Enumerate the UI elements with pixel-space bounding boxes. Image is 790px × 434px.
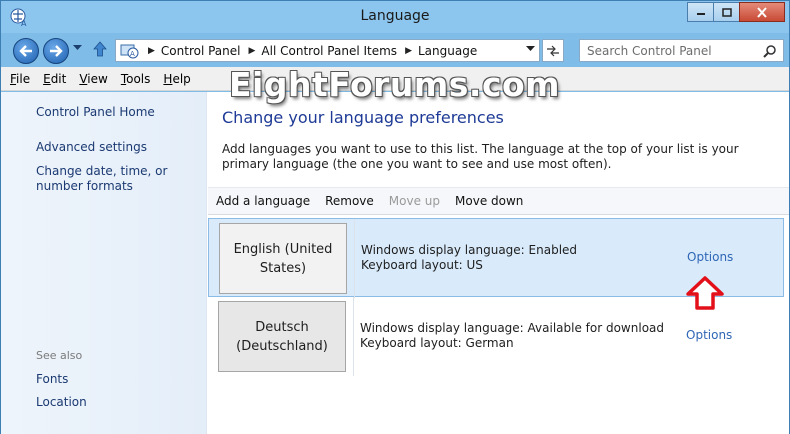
options-link[interactable]: Options xyxy=(686,328,732,342)
close-icon xyxy=(757,6,767,18)
maximize-icon xyxy=(721,7,732,17)
main-pane: Change your language preferences Add lan… xyxy=(208,92,789,434)
language-name-button[interactable]: Deutsch (Deutschland) xyxy=(218,301,346,372)
language-window: A Language A ▶ Control Panel ▶ All Contr… xyxy=(0,0,790,434)
address-bar[interactable]: A ▶ Control Panel ▶ All Control Panel It… xyxy=(115,39,540,62)
change-date-time-link[interactable]: Change date, time, or number formats xyxy=(36,164,206,194)
move-down-button[interactable]: Move down xyxy=(455,194,523,208)
window-title: Language xyxy=(360,8,430,24)
left-navigation-pane: Control Panel Home Advanced settings Cha… xyxy=(1,92,207,434)
menu-tools[interactable]: Tools xyxy=(121,72,151,86)
forward-button[interactable] xyxy=(43,38,69,64)
forward-arrow-icon xyxy=(50,45,63,57)
column-separator xyxy=(353,297,354,376)
advanced-settings-link[interactable]: Advanced settings xyxy=(36,140,147,155)
close-button[interactable] xyxy=(739,2,785,22)
options-link[interactable]: Options xyxy=(687,250,733,264)
recent-pages-dropdown-icon[interactable] xyxy=(73,45,82,51)
keyboard-layout: Keyboard layout: German xyxy=(360,336,514,350)
content-area: Control Panel Home Advanced settings Cha… xyxy=(1,92,789,434)
menu-edit[interactable]: Edit xyxy=(43,72,66,86)
search-input[interactable] xyxy=(587,43,757,58)
breadcrumb-separator-icon[interactable]: ▶ xyxy=(148,46,155,56)
up-arrow-icon[interactable] xyxy=(93,41,107,57)
see-also-heading: See also xyxy=(36,349,83,362)
refresh-icon xyxy=(547,45,559,56)
menu-file[interactable]: File xyxy=(10,72,30,86)
language-name-button[interactable]: English (United States) xyxy=(219,223,347,294)
svg-text:A: A xyxy=(130,50,135,58)
window-controls xyxy=(687,2,785,22)
keyboard-layout: Keyboard layout: US xyxy=(361,258,483,272)
page-title: Change your language preferences xyxy=(222,108,504,127)
refresh-button[interactable] xyxy=(542,39,564,62)
remove-button[interactable]: Remove xyxy=(325,194,374,208)
title-bar[interactable]: A Language xyxy=(1,1,789,33)
search-icon[interactable] xyxy=(763,44,777,58)
breadcrumb-control-panel[interactable]: Control Panel xyxy=(161,44,241,58)
control-panel-icon: A xyxy=(120,44,139,58)
annotation-up-arrow-icon xyxy=(686,276,724,310)
breadcrumb-separator-icon[interactable]: ▶ xyxy=(249,46,256,56)
move-up-button: Move up xyxy=(388,194,441,208)
maximize-button[interactable] xyxy=(713,2,740,22)
display-language-status: Windows display language: Available for … xyxy=(360,321,665,335)
navigation-bar: A ▶ Control Panel ▶ All Control Panel It… xyxy=(1,35,789,65)
address-dropdown-icon[interactable] xyxy=(526,46,535,52)
control-panel-home-link[interactable]: Control Panel Home xyxy=(36,105,155,120)
breadcrumb-all-items[interactable]: All Control Panel Items xyxy=(261,44,397,58)
breadcrumb-separator-icon[interactable]: ▶ xyxy=(405,46,412,56)
add-language-button[interactable]: Add a language xyxy=(216,194,310,208)
menu-help[interactable]: Help xyxy=(163,72,190,86)
back-arrow-icon xyxy=(19,45,32,57)
minimize-button[interactable] xyxy=(687,2,714,22)
page-description: Add languages you want to use to this li… xyxy=(222,142,739,171)
breadcrumb: ▶ Control Panel ▶ All Control Panel Item… xyxy=(140,44,477,58)
fonts-link[interactable]: Fonts xyxy=(36,372,68,387)
column-separator xyxy=(354,219,355,298)
location-link[interactable]: Location xyxy=(36,395,87,410)
back-button[interactable] xyxy=(13,38,39,64)
menu-view[interactable]: View xyxy=(79,72,107,86)
language-details: Windows display language: Enabled Keyboa… xyxy=(361,243,577,273)
language-toolbar: Add a language Remove Move up Move down xyxy=(208,187,789,215)
breadcrumb-language[interactable]: Language xyxy=(418,44,477,58)
watermark-text: EightForums.com xyxy=(229,65,561,104)
minimize-icon xyxy=(696,13,705,15)
search-box[interactable] xyxy=(579,39,784,62)
language-details: Windows display language: Available for … xyxy=(360,321,664,351)
display-language-status: Windows display language: Enabled xyxy=(361,243,578,257)
